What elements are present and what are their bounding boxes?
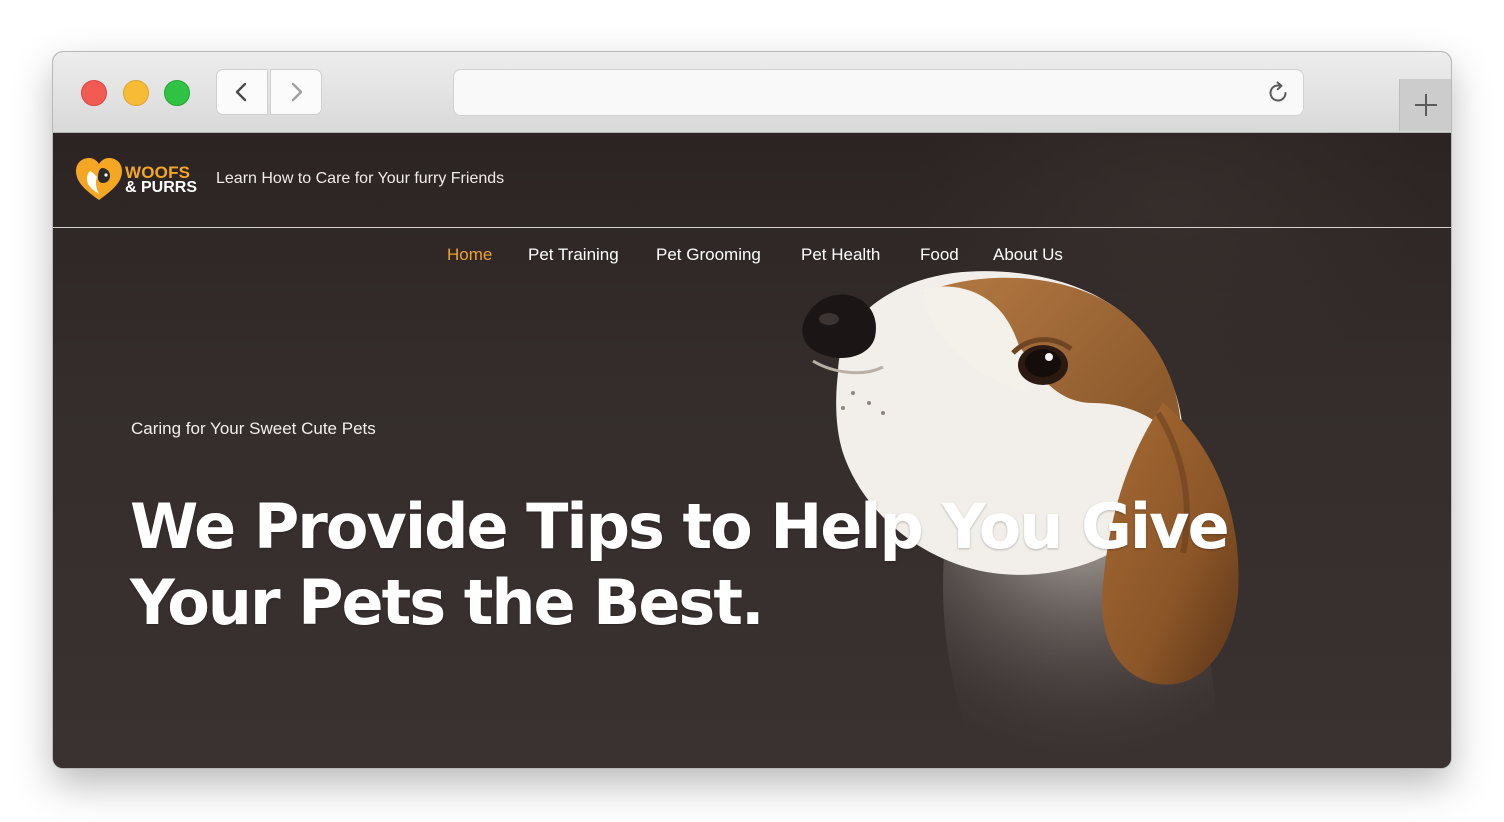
browser-toolbar <box>53 52 1451 133</box>
logo-text-purrs: & PURRS <box>125 179 198 196</box>
forward-button[interactable] <box>270 69 322 115</box>
nav-item-food[interactable]: Food <box>920 245 959 265</box>
plus-icon <box>1415 94 1437 116</box>
chevron-left-icon <box>235 82 247 102</box>
nav-item-pet-health[interactable]: Pet Health <box>801 245 880 265</box>
nav-item-home[interactable]: Home <box>447 245 492 265</box>
new-tab-button[interactable] <box>1399 79 1451 131</box>
back-button[interactable] <box>216 69 268 115</box>
site-tagline: Learn How to Care for Your furry Friends <box>216 170 505 187</box>
site-logo[interactable]: WOOFS & PURRS <box>75 158 201 202</box>
hero-subtitle: Caring for Your Sweet Cute Pets <box>131 419 376 438</box>
address-bar[interactable] <box>453 69 1304 116</box>
browser-window: WOOFS & PURRS Learn How to Care for Your… <box>53 52 1451 768</box>
close-window-button[interactable] <box>81 80 107 106</box>
heart-pet-logo-icon <box>76 158 122 200</box>
main-navigation: Home Pet Training Pet Grooming Pet Healt… <box>53 245 1451 271</box>
web-page: WOOFS & PURRS Learn How to Care for Your… <box>53 133 1451 768</box>
reload-icon[interactable] <box>1265 80 1291 106</box>
nav-item-pet-training[interactable]: Pet Training <box>528 245 619 265</box>
zoom-window-button[interactable] <box>164 80 190 106</box>
hero-heading: We Provide Tips to Help You Give Your Pe… <box>130 490 1230 639</box>
site-header: WOOFS & PURRS Learn How to Care for Your… <box>53 133 1451 228</box>
nav-item-pet-grooming[interactable]: Pet Grooming <box>656 245 761 265</box>
chevron-right-icon <box>291 82 303 102</box>
minimize-window-button[interactable] <box>123 80 149 106</box>
nav-item-about-us[interactable]: About Us <box>993 245 1063 265</box>
